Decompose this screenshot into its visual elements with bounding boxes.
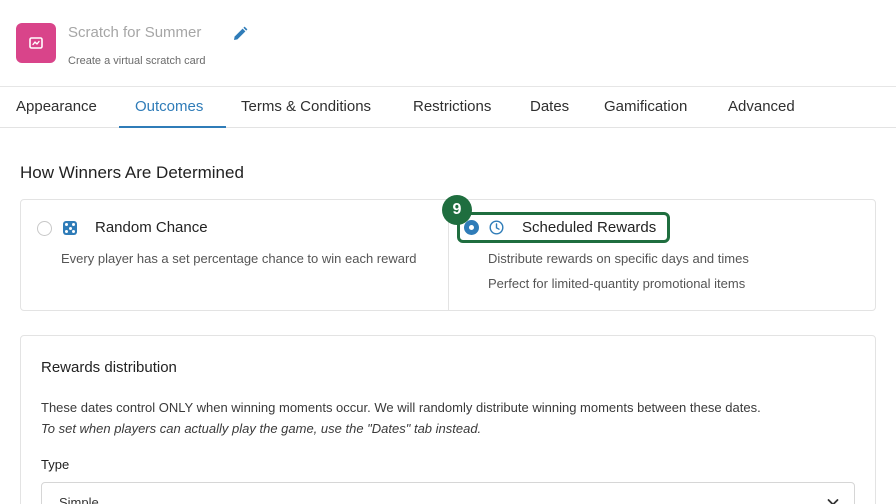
tab-dates[interactable]: Dates — [530, 98, 569, 115]
scheduled-rewards-description-2: Perfect for limited-quantity promotional… — [488, 276, 746, 291]
tab-bar: Appearance Outcomes Terms & Conditions R… — [0, 86, 896, 128]
scratch-card-icon — [16, 23, 56, 63]
scheduled-rewards-radio[interactable] — [464, 220, 479, 235]
campaign-title: Scratch for Summer — [68, 24, 202, 41]
clock-icon — [489, 220, 504, 240]
tab-restrictions[interactable]: Restrictions — [413, 98, 491, 115]
tab-outcomes[interactable]: Outcomes — [135, 98, 203, 115]
step-badge: 9 — [442, 195, 472, 225]
rewards-distribution-title: Rewards distribution — [41, 359, 177, 376]
type-select[interactable]: Simple — [41, 482, 855, 504]
tab-gamification[interactable]: Gamification — [604, 98, 687, 115]
scheduled-rewards-label[interactable]: Scheduled Rewards — [522, 219, 656, 236]
rewards-info-text: These dates control ONLY when winning mo… — [41, 400, 761, 415]
tab-advanced[interactable]: Advanced — [728, 98, 795, 115]
campaign-subtitle: Create a virtual scratch card — [68, 55, 206, 67]
active-tab-indicator — [119, 126, 226, 128]
dice-icon — [63, 221, 77, 235]
type-select-value: Simple — [59, 495, 99, 504]
pencil-icon[interactable] — [231, 25, 249, 43]
random-chance-label[interactable]: Random Chance — [95, 219, 208, 236]
tab-terms-conditions[interactable]: Terms & Conditions — [241, 98, 371, 115]
tab-appearance[interactable]: Appearance — [16, 98, 97, 115]
page-header: Scratch for Summer Create a virtual scra… — [0, 0, 896, 86]
random-chance-description: Every player has a set percentage chance… — [61, 251, 417, 266]
chevron-down-icon — [826, 495, 840, 504]
random-chance-radio[interactable] — [37, 221, 52, 236]
rewards-info-italic: To set when players can actually play th… — [41, 421, 482, 436]
section-title: How Winners Are Determined — [20, 163, 244, 182]
scheduled-rewards-description-1: Distribute rewards on specific days and … — [488, 251, 749, 266]
type-label: Type — [41, 457, 70, 472]
